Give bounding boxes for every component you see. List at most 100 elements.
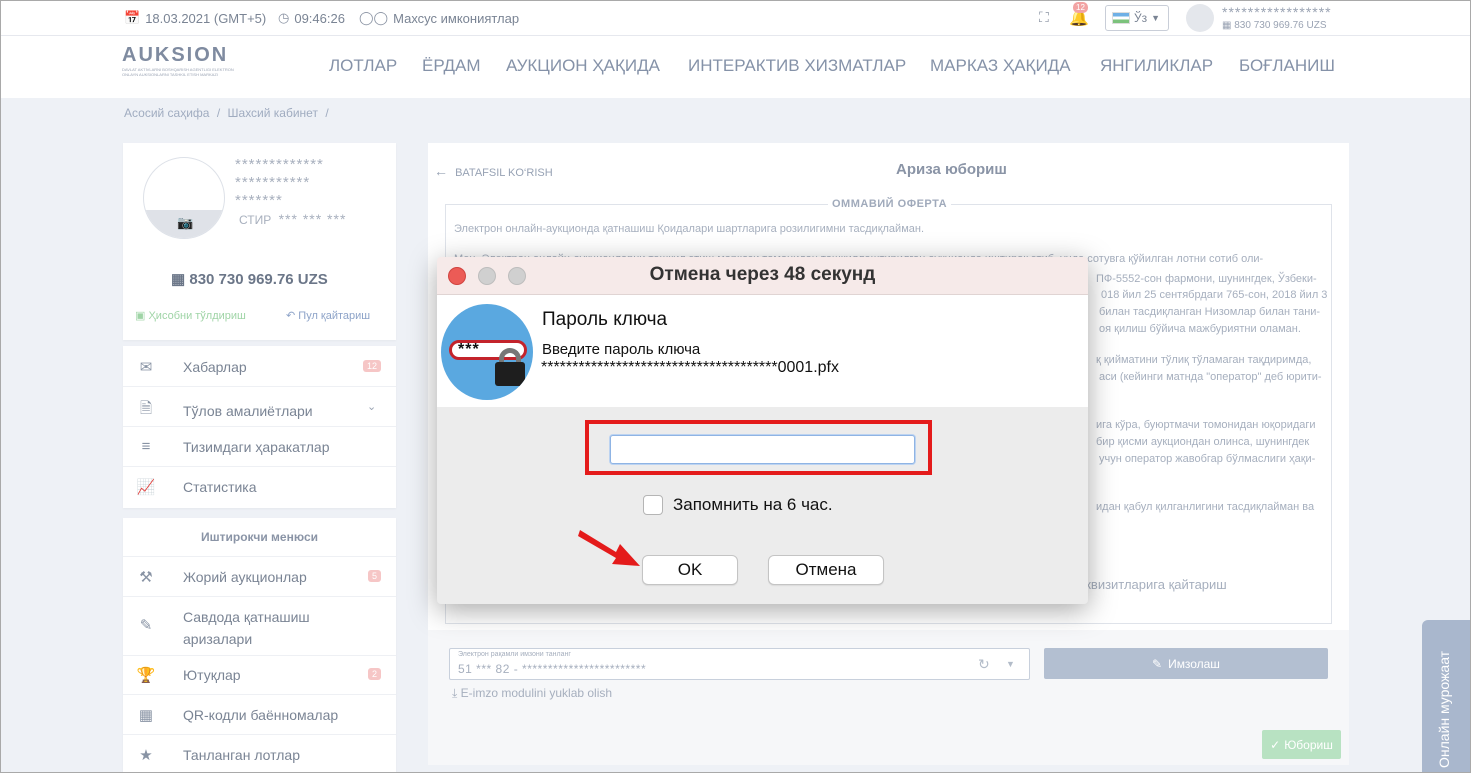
ok-button[interactable]: OK — [642, 555, 738, 585]
inbox-icon: ✉ — [139, 359, 153, 376]
topup-label: Ҳисобни тўлдириш — [148, 310, 246, 322]
online-appeal-label: Онлайн мурожаат — [1436, 650, 1452, 768]
submit-label: Юбориш — [1284, 737, 1333, 752]
remember-option[interactable]: Запомнить на 6 час. — [643, 495, 833, 515]
key-password-icon: *** — [441, 304, 533, 400]
user-avatar[interactable] — [1186, 4, 1214, 32]
site-logo[interactable]: AUKSION DAVLAT AKTIVLARNI BOSHQARISH AGE… — [122, 44, 244, 88]
nav-item-help[interactable]: ЁРДАМ — [422, 56, 481, 76]
nav-item-interactive-services[interactable]: ИНТЕРАКТИВ ХИЗМАТЛАР — [688, 56, 906, 76]
divider — [123, 426, 396, 427]
arrow-left-icon: ← — [434, 163, 448, 179]
glasses-icon: ◯◯ — [359, 10, 389, 25]
nav-item-contact[interactable]: БОҒЛАНИШ — [1239, 56, 1335, 76]
divider — [123, 386, 396, 387]
top-bar: 📅 18.03.2021 (GMT+5) ◷ 09:46:26 ◯◯ Махсу… — [0, 0, 1471, 36]
accessibility-link[interactable]: ◯◯ Махсус имкониятлар — [359, 10, 519, 26]
refresh-icon[interactable]: ↻ — [978, 656, 990, 673]
sidebar-item-label: Тўлов амалиётлари — [183, 402, 313, 419]
breadcrumb-home[interactable]: Асосий саҳифа — [124, 106, 209, 120]
sidebar-item-statistics[interactable]: 📈 Статистика — [135, 478, 257, 496]
back-link[interactable]: ← BATAFSIL KO‘RISH — [434, 163, 553, 179]
sign-button[interactable]: ✎ Имзолаш — [1044, 648, 1328, 679]
lock-icon — [495, 362, 525, 386]
remember-checkbox[interactable] — [643, 495, 663, 515]
dialog-heading: Пароль ключа — [542, 309, 668, 330]
offer-line: Электрон онлайн-аукционда қатнашиш Қоида… — [454, 223, 925, 235]
user-balance: ▦ 830 730 969.76 UZS — [1222, 20, 1327, 31]
eimzo-label: E-imzo modulini yuklab olish — [460, 686, 613, 700]
profile-name-line2: *********** — [235, 174, 311, 191]
topup-link[interactable]: ▣ Ҳисобни тўлдириш — [135, 309, 246, 322]
sidebar-item-label: Ютуқлар — [183, 667, 241, 683]
chevron-down-icon[interactable]: ▼ — [1006, 659, 1015, 669]
trophy-icon: 🏆 — [136, 667, 156, 684]
offer-line: билан тасдиқланган Низомлар билан тани- — [1099, 306, 1321, 318]
participant-menu: Иштирокчи менюси ⚒ Жорий аукционлар 5 ✎ … — [123, 518, 396, 773]
logo-subtitle: DAVLAT AKTIVLARNI BOSHQARISH AGENTLIGI E… — [122, 67, 234, 77]
nav-item-lots[interactable]: ЛОТЛАР — [329, 56, 397, 76]
dialog-header: *** Пароль ключа Введите пароль ключа **… — [437, 295, 1088, 407]
stir-label: СТИР — [239, 213, 272, 227]
divider — [123, 734, 396, 735]
sidebar-item-payments[interactable]: 🗎 Тўлов амалиётлари — [135, 398, 313, 423]
cancel-button[interactable]: Отмена — [768, 555, 884, 585]
offer-line: ПФ-5552-сон фармони, шунингдек, Ўзбеки- — [1096, 273, 1317, 285]
sidebar-item-qr-protocols[interactable]: ▦ QR-кодли баённомалар — [135, 706, 338, 724]
profile-name-line1: ************* — [235, 156, 324, 173]
clock-icon: ◷ — [278, 10, 290, 25]
key-password-input[interactable] — [610, 435, 915, 464]
key-file-name: **************************************00… — [541, 359, 839, 376]
sidebar-item-label: Савдода қатнашиш аризалари — [183, 606, 310, 650]
nav-item-news[interactable]: ЯНГИЛИКЛАР — [1100, 56, 1213, 76]
chart-icon: 📈 — [136, 479, 156, 496]
signature-select[interactable]: Электрон рақамли имзони танланг 51 *** 8… — [449, 648, 1030, 680]
page-title: Ариза юбориш — [896, 161, 1007, 178]
chevron-down-icon[interactable]: ⌄ — [367, 400, 376, 413]
breadcrumb-current[interactable]: Шахсий кабинет — [228, 106, 318, 120]
offer-line: идан қабул қилганлигини тасдиқлайман ва — [1096, 501, 1315, 513]
sidebar-item-label: Статистика — [183, 479, 257, 495]
submit-button[interactable]: ✓ Юбориш — [1262, 730, 1341, 759]
list-icon: ≡ — [141, 438, 151, 455]
sidebar-item-favorites[interactable]: ★ Танланган лотлар — [135, 746, 300, 764]
user-name[interactable]: ***************** — [1222, 4, 1332, 20]
language-label: Ўз — [1134, 11, 1148, 25]
fullscreen-icon[interactable]: ⛶ — [1039, 9, 1049, 26]
sidebar-item-wins[interactable]: 🏆 Ютуқлар — [135, 666, 241, 684]
profile-avatar[interactable]: 📷 — [143, 157, 225, 239]
dialog-prompt: Введите пароль ключа — [542, 341, 701, 358]
notification-badge: 12 — [1073, 2, 1088, 13]
participant-menu-title: Иштирокчи менюси — [200, 530, 318, 544]
sidebar-item-applications[interactable]: ✎ Савдода қатнашиш аризалари — [135, 606, 310, 650]
stir-value: *** *** *** — [278, 211, 347, 227]
cash-icon: ▣ — [135, 310, 146, 322]
refund-link[interactable]: ↶ Пул қайтариш — [286, 309, 370, 322]
sidebar-item-activity[interactable]: ≡ Тизимдаги ҳаракатлар — [135, 438, 330, 455]
profile-name-line3: ******* — [235, 192, 283, 209]
divider — [123, 655, 396, 656]
online-appeal-tab[interactable]: Онлайн мурожаат — [1422, 620, 1471, 773]
breadcrumb-separator: / — [325, 106, 329, 120]
camera-icon[interactable]: 📷 — [177, 215, 193, 231]
time-display: ◷ 09:46:26 — [278, 10, 345, 26]
qr-code-icon: ▦ — [138, 707, 154, 724]
red-arrow-icon — [578, 530, 640, 566]
breadcrumb: Асосий саҳифа / Шахсий кабинет / — [124, 106, 333, 120]
nav-item-about-center[interactable]: МАРКАЗ ҲАҚИДА — [930, 56, 1071, 76]
profile-balance: ▦ 830 730 969.76 UZS — [171, 270, 328, 288]
offer-heading: ОММАВИЙ ОФЕРТА — [828, 198, 952, 210]
offer-line: 018 йил 25 сентябрдаги 765-сон, 2018 йил… — [1101, 289, 1328, 301]
reply-icon: ↶ — [286, 310, 296, 322]
sidebar-item-messages[interactable]: ✉ Хабарлар — [135, 358, 247, 376]
language-select[interactable]: Ўз ▼ — [1105, 5, 1169, 31]
wins-badge: 2 — [368, 668, 382, 680]
breadcrumb-separator: / — [216, 106, 221, 120]
divider — [123, 466, 396, 467]
eimzo-download-link[interactable]: ⤓ E-imzo modulini yuklab olish — [452, 686, 612, 701]
signature-select-value: 51 *** 82 - ************************ — [458, 662, 647, 676]
nav-item-about-auction[interactable]: АУКЦИОН ҲАҚИДА — [506, 56, 660, 76]
pencil-icon: ✎ — [1152, 656, 1163, 671]
sidebar-item-current-auctions[interactable]: ⚒ Жорий аукционлар — [135, 568, 307, 586]
sidebar-item-label: Жорий аукционлар — [183, 569, 307, 585]
